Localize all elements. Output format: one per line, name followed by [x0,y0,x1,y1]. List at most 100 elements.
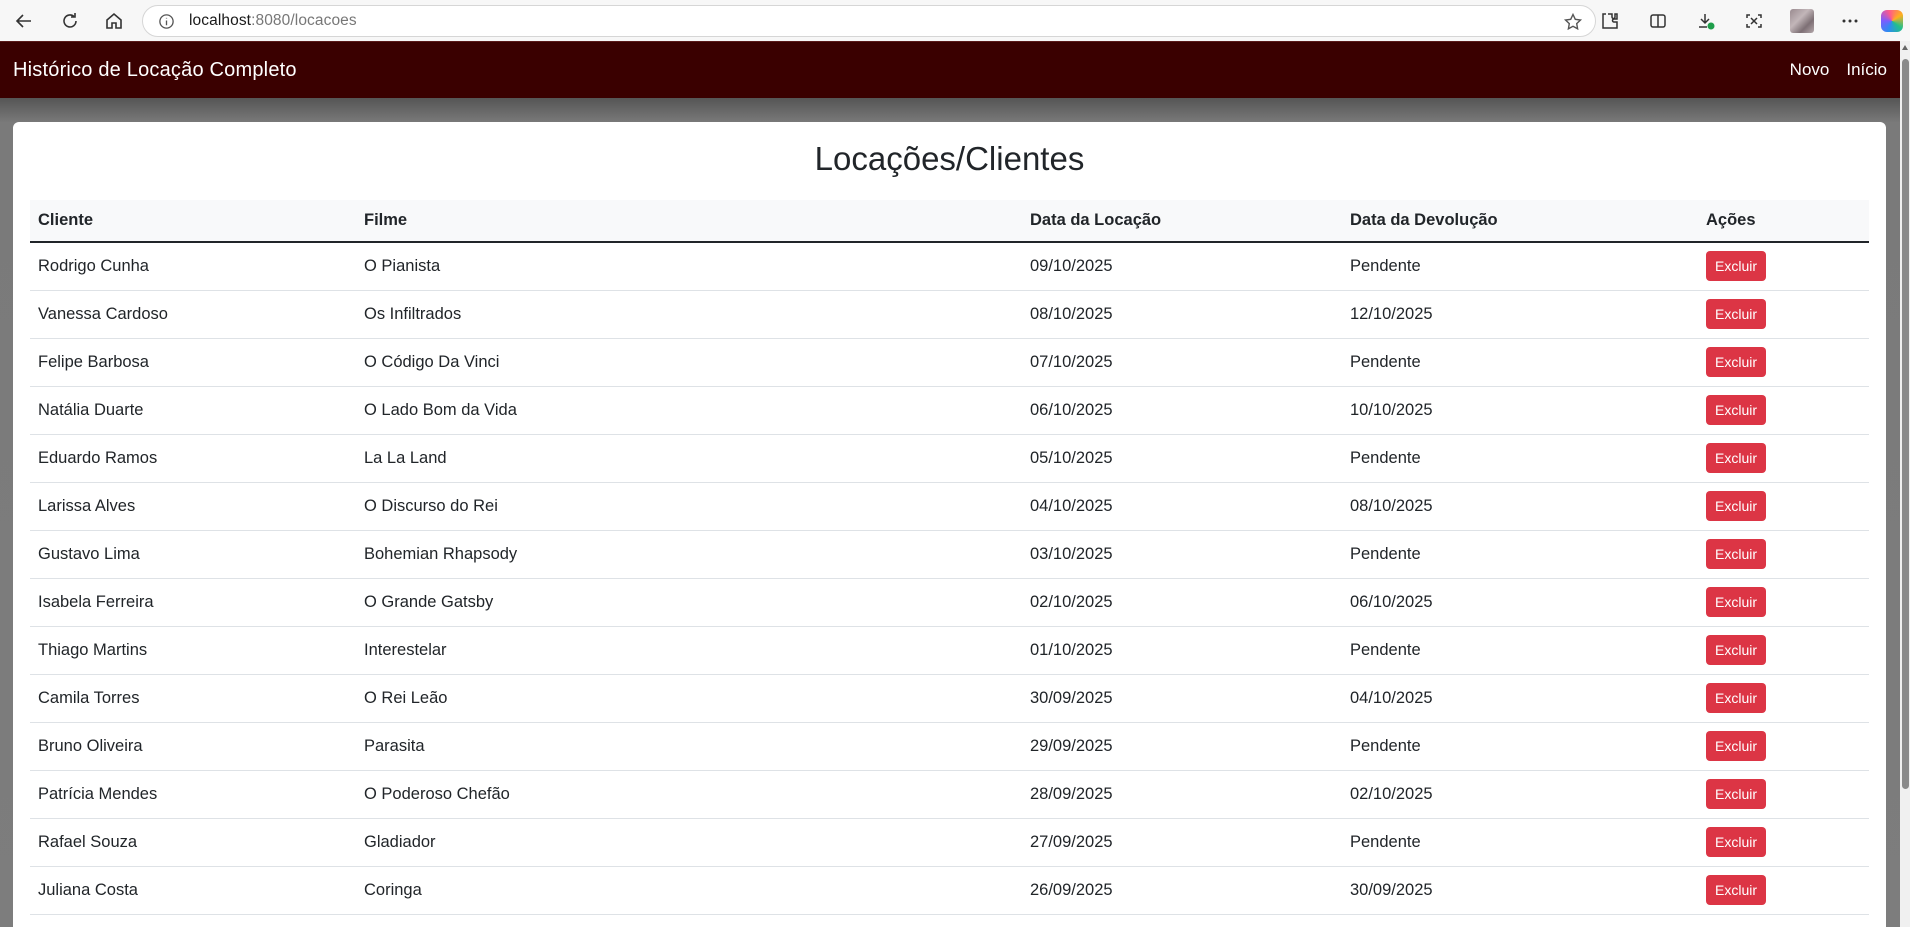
excluir-button[interactable]: Excluir [1706,251,1767,282]
excluir-button[interactable]: Excluir [1706,347,1767,377]
navbar-brand[interactable]: Histórico de Locação Completo [13,59,297,82]
cell-data-locacao: 30/09/2025 [1022,674,1342,723]
table-body: Rodrigo Cunha O Pianista 09/10/2025 Pendent… [30,242,1869,915]
excluir-button[interactable]: Excluir [1706,443,1767,473]
excluir-button[interactable]: Excluir [1706,395,1767,425]
excluir-button[interactable]: Excluir [1706,827,1767,857]
cell-data-devolucao: 02/10/2025 [1342,770,1698,819]
nav-link-novo[interactable]: Novo [1790,60,1830,80]
cell-cliente: Patrícia Mendes [30,770,356,819]
cell-acoes: Excluir [1698,482,1869,531]
scrollbar[interactable] [1900,41,1910,927]
header-data-locacao: Data da Locação [1022,200,1342,243]
header-data-devolucao: Data da Devolução [1342,200,1698,243]
cell-cliente: Juliana Costa [30,866,356,915]
table-row: Juliana Costa Coringa 26/09/2025 30/09/2025… [30,866,1869,915]
cell-data-devolucao: Pendente [1342,338,1698,387]
cell-data-devolucao: Pendente [1342,722,1698,771]
split-screen-icon[interactable] [1634,0,1682,41]
excluir-button[interactable]: Excluir [1706,635,1767,665]
nav-link-inicio[interactable]: Início [1846,60,1887,80]
cell-data-devolucao: Pendente [1342,530,1698,579]
scroll-up-icon[interactable] [1902,45,1908,50]
cell-data-locacao: 05/10/2025 [1022,434,1342,483]
cell-filme: O Código Da Vinci [356,338,1022,387]
url-text[interactable]: localhost:8080/locacoes [189,12,357,30]
excluir-button[interactable]: Excluir [1706,779,1767,809]
table-row: Thiago Martins Interestelar 01/10/2025 Pend… [30,626,1869,675]
more-icon[interactable] [1826,0,1874,41]
back-icon[interactable] [7,4,41,38]
cell-filme: Interestelar [356,626,1022,675]
cell-acoes: Excluir [1698,866,1869,915]
table-header-row: Cliente Filme Data da Locação Data da De… [30,200,1869,243]
cell-cliente: Gustavo Lima [30,530,356,579]
excluir-button[interactable]: Excluir [1706,299,1767,329]
cell-filme: Parasita [356,722,1022,771]
cell-filme: O Grande Gatsby [356,578,1022,627]
excluir-button[interactable]: Excluir [1706,683,1767,713]
copilot-icon [1881,9,1903,32]
url-host: localhost [189,12,252,29]
cell-acoes: Excluir [1698,338,1869,387]
address-bar[interactable]: localhost:8080/locacoes [142,5,1596,37]
header-filme: Filme [356,200,1022,243]
excluir-button[interactable]: Excluir [1706,731,1767,761]
cell-cliente: Felipe Barbosa [30,338,356,387]
cell-acoes: Excluir [1698,818,1869,867]
table-row: Isabela Ferreira O Grande Gatsby 02/10/202… [30,578,1869,627]
cell-filme: O Rei Leão [356,674,1022,723]
cell-acoes: Excluir [1698,434,1869,483]
cell-data-locacao: 28/09/2025 [1022,770,1342,819]
copilot-button[interactable] [1874,0,1910,41]
scroll-thumb[interactable] [1902,59,1909,789]
cell-acoes: Excluir [1698,578,1869,627]
app-navbar: Histórico de Locação Completo Novo Iníci… [0,41,1900,98]
profile-button[interactable] [1778,0,1826,41]
cell-cliente: Camila Torres [30,674,356,723]
cell-data-devolucao: 10/10/2025 [1342,386,1698,435]
cell-cliente: Eduardo Ramos [30,434,356,483]
cell-data-devolucao: 04/10/2025 [1342,674,1698,723]
locacoes-table: Cliente Filme Data da Locação Data da De… [30,200,1869,915]
downloads-icon[interactable] [1682,0,1730,41]
cell-cliente: Rafael Souza [30,818,356,867]
cell-data-locacao: 07/10/2025 [1022,338,1342,387]
excluir-button[interactable]: Excluir [1706,587,1767,617]
info-icon[interactable] [157,12,175,30]
extensions-icon[interactable] [1586,0,1634,41]
cell-cliente: Larissa Alves [30,482,356,531]
reload-icon[interactable] [53,4,87,38]
cell-filme: O Pianista [356,242,1022,291]
excluir-button[interactable]: Excluir [1706,875,1767,905]
cell-data-devolucao: Pendente [1342,626,1698,675]
url-path: :8080/locacoes [251,12,357,29]
star-icon[interactable] [1563,12,1583,32]
cell-data-locacao: 08/10/2025 [1022,290,1342,339]
cell-cliente: Vanessa Cardoso [30,290,356,339]
cell-acoes: Excluir [1698,674,1869,723]
cell-acoes: Excluir [1698,386,1869,435]
cell-acoes: Excluir [1698,722,1869,771]
cell-filme: O Discurso do Rei [356,482,1022,531]
cell-data-devolucao: 06/10/2025 [1342,578,1698,627]
cell-data-devolucao: Pendente [1342,434,1698,483]
cell-data-devolucao: 12/10/2025 [1342,290,1698,339]
excluir-button[interactable]: Excluir [1706,539,1767,569]
screenshot-icon[interactable] [1730,0,1778,41]
cell-acoes: Excluir [1698,626,1869,675]
cell-data-locacao: 29/09/2025 [1022,722,1342,771]
cell-data-devolucao: Pendente [1342,818,1698,867]
cell-acoes: Excluir [1698,242,1869,291]
browser-toolbar: localhost:8080/locacoes [0,0,1910,41]
table-row: Larissa Alves O Discurso do Rei 04/10/2025… [30,482,1869,531]
table-row: Camila Torres O Rei Leão 30/09/2025 04/10/2… [30,674,1869,723]
cell-data-locacao: 03/10/2025 [1022,530,1342,579]
cell-cliente: Isabela Ferreira [30,578,356,627]
table-row: Eduardo Ramos La La Land 05/10/2025 Pendent… [30,434,1869,483]
table-row: Gustavo Lima Bohemian Rhapsody 03/10/2025 P… [30,530,1869,579]
home-icon[interactable] [97,4,131,38]
excluir-button[interactable]: Excluir [1706,491,1767,521]
table-row: Natália Duarte O Lado Bom da Vida 06/10/20… [30,386,1869,435]
header-acoes: Ações [1698,200,1869,243]
